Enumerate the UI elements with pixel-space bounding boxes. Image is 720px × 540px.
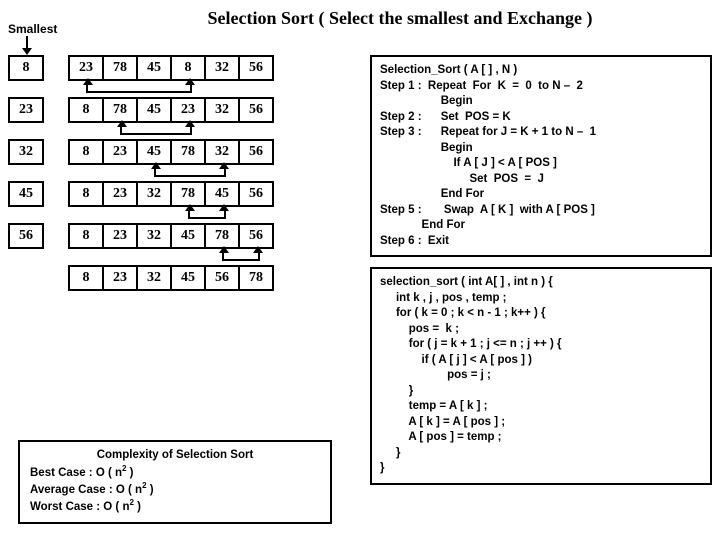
pseudo-line: Step 3 : Repeat for J = K + 1 to N – 1 xyxy=(380,126,596,138)
pseudo-line: Begin xyxy=(380,95,473,107)
code-line: selection_sort ( int A[ ] , int n ) { xyxy=(380,276,553,288)
array-cell: 56 xyxy=(238,55,274,81)
pseudo-line: If A [ J ] < A [ POS ] xyxy=(380,157,557,169)
array-cell: 45 xyxy=(170,265,206,291)
swap-arrow-icon xyxy=(222,251,260,261)
array-cell: 56 xyxy=(238,97,274,123)
complexity-title: Complexity of Selection Sort xyxy=(30,448,320,464)
pseudo-line: Step 6 : Exit xyxy=(380,235,449,247)
pass-row: 23 8 78 45 23 32 56 xyxy=(8,97,274,123)
code-line: } xyxy=(380,447,400,459)
array-cell: 8 xyxy=(68,265,104,291)
code-line: pos = k ; xyxy=(380,323,459,335)
array-cell: 23 xyxy=(102,223,138,249)
sort-passes: 8 23 78 45 8 32 56 23 8 78 45 23 32 56 3… xyxy=(8,55,274,307)
array-cell: 32 xyxy=(136,265,172,291)
array-cell: 23 xyxy=(102,181,138,207)
array-cell: 32 xyxy=(204,55,240,81)
array-cell: 8 xyxy=(68,139,104,165)
pass-row: 56 8 23 32 45 78 56 xyxy=(8,223,274,249)
complexity-best: Best Case : O ( n2 ) xyxy=(30,464,320,481)
array-state: 8 78 45 23 32 56 xyxy=(68,97,274,123)
array-state: 8 23 32 45 56 78 xyxy=(68,265,274,291)
array-cell: 78 xyxy=(238,265,274,291)
pseudo-line: Begin xyxy=(380,142,473,154)
complexity-box: Complexity of Selection Sort Best Case :… xyxy=(18,440,332,524)
pseudo-line: End For xyxy=(380,219,465,231)
pseudocode-box: Selection_Sort ( A [ ] , N ) Step 1 : Re… xyxy=(370,55,712,257)
array-cell: 56 xyxy=(238,181,274,207)
arrow-down-icon xyxy=(26,36,28,50)
c-code-box: selection_sort ( int A[ ] , int n ) { in… xyxy=(370,267,712,485)
pseudo-line: End For xyxy=(380,188,484,200)
array-cell: 32 xyxy=(136,181,172,207)
swap-arrow-icon xyxy=(86,83,192,93)
code-line: for ( j = k + 1 ; j <= n ; j ++ ) { xyxy=(380,338,562,350)
pseudo-line: Step 1 : Repeat For K = 0 to N – 2 xyxy=(380,80,583,92)
right-column: Selection_Sort ( A [ ] , N ) Step 1 : Re… xyxy=(370,55,712,495)
array-cell: 8 xyxy=(68,223,104,249)
pseudo-line: Step 5 : Swap A [ K ] with A [ POS ] xyxy=(380,204,595,216)
pass-row: 8 23 78 45 8 32 56 xyxy=(8,55,274,81)
array-cell: 45 xyxy=(136,97,172,123)
array-cell: 23 xyxy=(102,265,138,291)
array-cell: 32 xyxy=(204,97,240,123)
array-state: 23 78 45 8 32 56 xyxy=(68,55,274,81)
array-state: 8 23 32 45 78 56 xyxy=(68,223,274,249)
array-state: 8 23 45 78 32 56 xyxy=(68,139,274,165)
page-title: Selection Sort ( Select the smallest and… xyxy=(88,8,712,29)
array-cell: 23 xyxy=(102,139,138,165)
smallest-cell: 32 xyxy=(8,139,44,165)
swap-arrow-icon xyxy=(154,167,226,177)
smallest-cell: 8 xyxy=(8,55,44,81)
code-line: pos = j ; xyxy=(380,369,491,381)
array-cell: 32 xyxy=(136,223,172,249)
code-line: } xyxy=(380,385,413,397)
complexity-average: Average Case : O ( n2 ) xyxy=(30,481,320,498)
code-line: } xyxy=(380,462,384,474)
array-cell: 78 xyxy=(102,55,138,81)
array-cell: 8 xyxy=(68,97,104,123)
array-cell: 56 xyxy=(204,265,240,291)
swap-arrow-icon xyxy=(120,125,192,135)
code-line: if ( A [ j ] < A [ pos ] ) xyxy=(380,354,532,366)
pseudo-line: Set POS = J xyxy=(380,173,544,185)
array-state: 8 23 32 78 45 56 xyxy=(68,181,274,207)
smallest-cell: 23 xyxy=(8,97,44,123)
array-cell: 56 xyxy=(238,139,274,165)
array-cell: 8 xyxy=(68,181,104,207)
smallest-cell: 56 xyxy=(8,223,44,249)
smallest-label: Smallest xyxy=(8,22,57,36)
array-cell: 45 xyxy=(170,223,206,249)
pseudo-line: Step 2 : Set POS = K xyxy=(380,111,511,123)
code-line: temp = A [ k ] ; xyxy=(380,400,487,412)
complexity-worst: Worst Case : O ( n2 ) xyxy=(30,498,320,515)
code-line: for ( k = 0 ; k < n - 1 ; k++ ) { xyxy=(380,307,546,319)
array-cell: 45 xyxy=(136,55,172,81)
pass-row-final: 8 23 32 45 56 78 xyxy=(68,265,274,291)
smallest-cell: 45 xyxy=(8,181,44,207)
pass-row: 45 8 23 32 78 45 56 xyxy=(8,181,274,207)
code-line: int k , j , pos , temp ; xyxy=(380,292,507,304)
code-line: A [ pos ] = temp ; xyxy=(380,431,502,443)
code-line: A [ k ] = A [ pos ] ; xyxy=(380,416,505,428)
pass-row: 32 8 23 45 78 32 56 xyxy=(8,139,274,165)
pseudo-line: Selection_Sort ( A [ ] , N ) xyxy=(380,64,517,76)
array-cell: 78 xyxy=(170,139,206,165)
swap-arrow-icon xyxy=(188,209,226,219)
